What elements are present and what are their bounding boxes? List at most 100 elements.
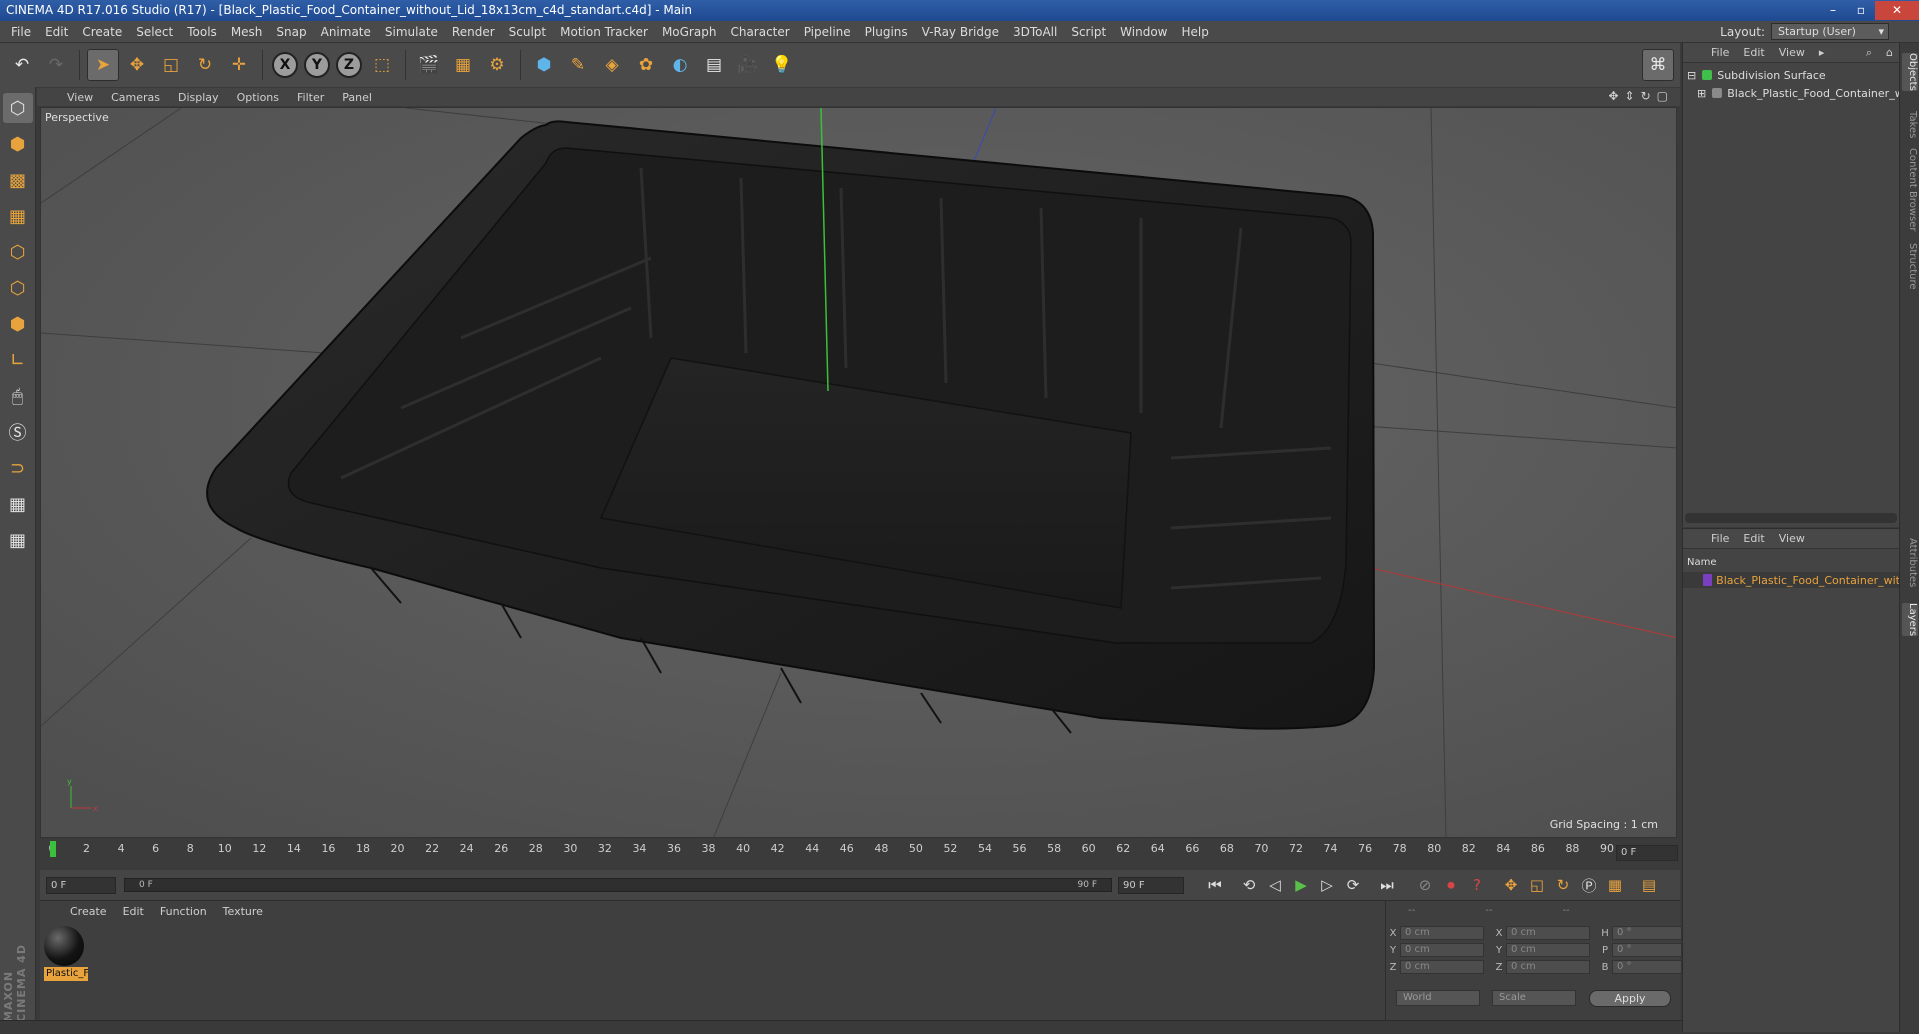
menu-script[interactable]: Script [1064, 25, 1113, 39]
axis-mode-icon[interactable]: ∟ [3, 345, 33, 375]
viewport-dolly-icon[interactable]: ⇕ [1625, 89, 1635, 103]
z-axis-lock-icon[interactable]: Z [336, 52, 362, 78]
close-button[interactable]: ✕ [1875, 1, 1919, 20]
undo-icon[interactable]: ↶ [6, 49, 38, 81]
viewport-menu-view[interactable]: View [59, 91, 101, 104]
menu-window[interactable]: Window [1113, 25, 1174, 39]
key-scale-icon[interactable]: ◱ [1524, 872, 1550, 898]
size-z-field[interactable]: 0 cm [1506, 960, 1590, 974]
viewport-pan-icon[interactable]: ✥ [1608, 89, 1618, 103]
object-menu-edit[interactable]: Edit [1737, 46, 1770, 59]
points-mode-icon[interactable]: ⬡ [3, 237, 33, 267]
x-axis-lock-icon[interactable]: X [272, 52, 298, 78]
menu-mesh[interactable]: Mesh [224, 25, 270, 39]
mograph-cloner-icon[interactable]: ✿ [630, 49, 662, 81]
object-home-icon[interactable]: ⌂ [1880, 46, 1899, 59]
object-menu-file[interactable]: File [1705, 46, 1735, 59]
apply-button[interactable]: Apply [1589, 990, 1671, 1007]
rotation-p-field[interactable]: 0 ° [1612, 943, 1682, 957]
tab-structure[interactable]: Structure [1902, 243, 1918, 290]
scale-tool-icon[interactable]: ◱ [155, 49, 187, 81]
timeline-ruler[interactable]: 0246810121416182022242628303234363840424… [40, 839, 1680, 869]
menu-render[interactable]: Render [445, 25, 502, 39]
planar-workplane-icon[interactable]: ▦ [3, 525, 33, 555]
viewport-menu-panel[interactable]: Panel [334, 91, 380, 104]
end-frame-field[interactable]: 90 F [1118, 876, 1184, 894]
menu-3dtoall[interactable]: 3DToAll [1006, 25, 1064, 39]
menu-simulate[interactable]: Simulate [378, 25, 445, 39]
tab-objects[interactable]: Objects [1902, 53, 1918, 91]
y-axis-lock-icon[interactable]: Y [304, 52, 330, 78]
menu-edit[interactable]: Edit [38, 25, 75, 39]
layer-row[interactable]: Black_Plastic_Food_Container_wit [1683, 572, 1900, 588]
polygons-mode-icon[interactable]: ⬢ [3, 309, 33, 339]
go-to-start-icon[interactable]: ⏮ [1202, 872, 1228, 898]
object-search-icon[interactable]: ⌕ [1860, 46, 1878, 60]
layer-menu-edit[interactable]: Edit [1737, 532, 1770, 545]
record-keys-icon[interactable]: ⏺ [1438, 872, 1464, 898]
motion-record-icon[interactable]: ⊘ [1412, 872, 1438, 898]
menu-character[interactable]: Character [723, 25, 796, 39]
tree-collapse-icon[interactable]: ⊟ [1687, 69, 1696, 82]
select-tool-icon[interactable]: ➤ [87, 49, 119, 81]
material-menu-edit[interactable]: Edit [115, 905, 152, 918]
recent-tool-icon[interactable]: ✛ [223, 49, 255, 81]
make-editable-icon[interactable]: ⬡ [2, 93, 33, 123]
edges-mode-icon[interactable]: ⬡ [3, 273, 33, 303]
tweak-mode-icon[interactable]: 🖱 [3, 381, 33, 411]
menu-motion-tracker[interactable]: Motion Tracker [553, 25, 655, 39]
render-settings-icon[interactable]: ⚙ [481, 49, 513, 81]
object-manager-scrollbar[interactable] [1685, 513, 1897, 523]
floor-scene-icon[interactable]: ▤ [698, 49, 730, 81]
coordinate-space-select[interactable]: World [1396, 990, 1480, 1006]
menu-create[interactable]: Create [75, 25, 129, 39]
tab-takes[interactable]: Takes [1902, 111, 1918, 138]
menu-animate[interactable]: Animate [314, 25, 378, 39]
previous-key-icon[interactable]: ⟲ [1236, 872, 1262, 898]
current-frame-field[interactable]: 0 F [1616, 845, 1678, 861]
material-swatch[interactable]: Plastic_F [44, 926, 88, 982]
viewport-orbit-icon[interactable]: ↻ [1641, 89, 1651, 103]
layer-menu-view[interactable]: View [1773, 532, 1811, 545]
position-x-field[interactable]: 0 cm [1400, 926, 1484, 940]
viewport-menu-options[interactable]: Options [229, 91, 287, 104]
rotate-tool-icon[interactable]: ↻ [189, 49, 221, 81]
position-y-field[interactable]: 0 cm [1400, 943, 1484, 957]
material-menu-create[interactable]: Create [62, 905, 115, 918]
start-frame-field[interactable]: 0 F [46, 876, 116, 894]
minimize-button[interactable]: – [1819, 1, 1847, 20]
object-row[interactable]: ⊞ Black_Plastic_Food_Container_w [1697, 84, 1904, 102]
redo-icon[interactable]: ↷ [40, 49, 72, 81]
camera-icon[interactable]: 🎥 [732, 49, 764, 81]
maximize-button[interactable]: ▫ [1847, 1, 1875, 20]
size-x-field[interactable]: 0 cm [1506, 926, 1590, 940]
render-to-picture-viewer-icon[interactable]: ▦ [447, 49, 479, 81]
key-parameter-icon[interactable]: Ⓟ [1576, 872, 1602, 898]
tree-expand-icon[interactable]: ⊞ [1697, 87, 1706, 100]
menu-mograph[interactable]: MoGraph [655, 25, 724, 39]
next-key-icon[interactable]: ⟳ [1340, 872, 1366, 898]
menu-file[interactable]: File [4, 25, 38, 39]
move-tool-icon[interactable]: ✥ [121, 49, 153, 81]
menu-vray-bridge[interactable]: V-Ray Bridge [915, 25, 1006, 39]
menu-select[interactable]: Select [129, 25, 180, 39]
tab-content-browser[interactable]: Content Browser [1902, 148, 1918, 231]
3d-viewport[interactable]: y x Perspective Grid Spacing : 1 cm [40, 107, 1677, 838]
workplane-lock-icon[interactable]: ▦ [3, 489, 33, 519]
coordinate-system-icon[interactable]: ⬚ [366, 49, 398, 81]
workplane-mode-icon[interactable]: ▦ [3, 201, 33, 231]
object-row[interactable]: ⊟ Subdivision Surface [1687, 66, 1826, 84]
subdivision-surface-icon[interactable]: ◈ [596, 49, 628, 81]
light-icon[interactable]: 💡 [766, 49, 798, 81]
frame-range-slider[interactable]: 0 F 90 F [124, 878, 1112, 892]
size-mode-select[interactable]: Scale [1492, 990, 1576, 1006]
autokey-icon[interactable]: ? [1464, 872, 1490, 898]
menu-plugins[interactable]: Plugins [858, 25, 915, 39]
go-to-end-icon[interactable]: ⏭ [1374, 872, 1400, 898]
layout-select[interactable]: Startup (User) ▾ [1771, 23, 1889, 40]
previous-frame-icon[interactable]: ◁ [1262, 872, 1288, 898]
viewport-menu-display[interactable]: Display [170, 91, 227, 104]
layer-menu-file[interactable]: File [1705, 532, 1735, 545]
rotation-b-field[interactable]: 0 ° [1612, 960, 1682, 974]
timeline-playhead[interactable] [50, 841, 56, 857]
